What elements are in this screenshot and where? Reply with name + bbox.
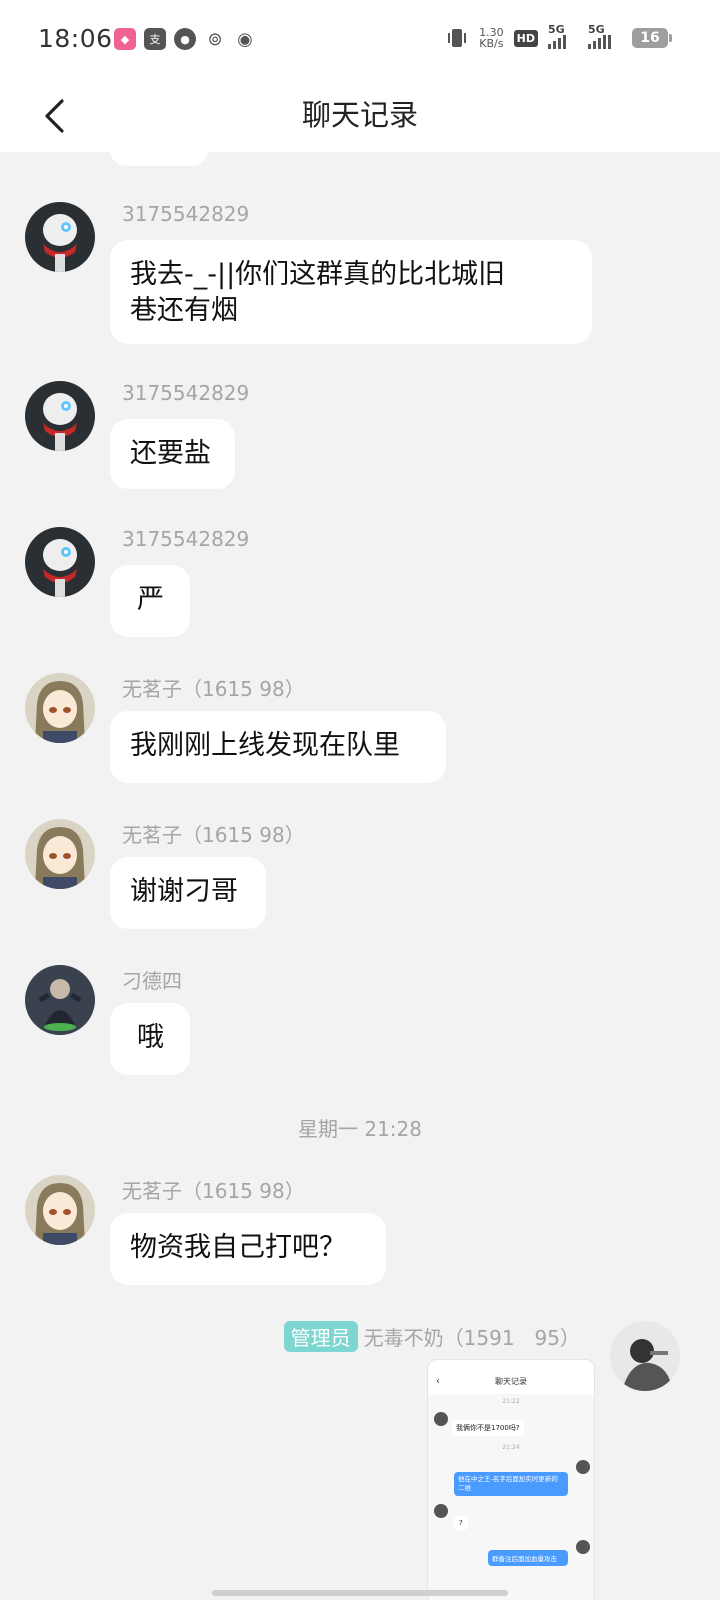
screenshot-title: 聊天记录 (495, 1377, 527, 1386)
sender-name: 3175542829 (122, 381, 250, 405)
message-text: 严 (137, 584, 164, 615)
battery-icon: 16 (632, 28, 672, 48)
page-title: 聊天记录 (301, 98, 418, 132)
own-sender: 管理员 无毒不奶（1591 95） (283, 1321, 580, 1352)
screenshot-time: 21:24 (502, 1444, 520, 1451)
message-bubble[interactable] (110, 152, 208, 166)
net-speed-unit: KB/s (479, 37, 504, 50)
sender-name: 无茗子（1615 98） (122, 1179, 305, 1203)
message-bubble[interactable]: 哦 (110, 1003, 190, 1075)
system-status: 1.30 KB/s HD 5G 5G 16 (445, 23, 672, 50)
hd-badge: HD (513, 29, 538, 47)
admin-badge: 管理员 (283, 1321, 358, 1352)
sender-name: 刁德四 (122, 969, 182, 993)
chat-history[interactable]: 3175542829 我去-_-||你们这群真的比北城旧 巷还有烟 317554… (0, 152, 720, 1600)
message-text: 物资我自己打吧？ (130, 1232, 346, 1263)
message-bubble[interactable]: 还要盐 (110, 419, 235, 489)
screenshot-bubble: 我俩你不是1700吗? (452, 1420, 524, 1436)
signal-2-icon: 5G (588, 23, 622, 49)
message-text: 巷还有烟 (130, 295, 238, 326)
message-app-icon: ● (174, 28, 196, 50)
message-bubble[interactable]: 严 (110, 565, 190, 637)
message-text: 还要盐 (130, 438, 211, 469)
notification-icons: ◆ 支 ● ⊚ ◉ (114, 28, 256, 50)
sender-name: 无毒不奶（1591 95） (363, 1326, 580, 1350)
alipay-app-icon: 支 (144, 28, 166, 50)
message-text: 我去-_-||你们这群真的比北城旧 (130, 259, 506, 290)
screenshot-bubble: ? (454, 1516, 468, 1530)
time-separator: 星期一 21:28 (298, 1117, 422, 1141)
own-avatar[interactable] (610, 1321, 680, 1391)
message-bubble[interactable]: 物资我自己打吧？ (110, 1213, 386, 1285)
shopping-app-icon: ◆ (114, 28, 136, 50)
screenshot-avatar (434, 1504, 448, 1518)
avatar[interactable] (25, 381, 95, 451)
sender-name: 3175542829 (122, 527, 250, 551)
status-bar: 18:06 ◆ 支 ● ⊚ ◉ 1.30 KB/s HD 5G 5G 16 (0, 0, 720, 80)
message-text: 我刚刚上线发现在队里 (130, 730, 400, 761)
vibrate-icon (448, 29, 467, 47)
screenshot-time: 21:22 (502, 1398, 520, 1405)
screenshot-bubble: 群备注后面加血量攻击 (488, 1550, 568, 1566)
avatar[interactable] (25, 819, 95, 889)
signal-1-label: 5G (548, 23, 565, 36)
screenshot-avatar (576, 1460, 590, 1474)
avatar[interactable] (25, 1175, 95, 1245)
status-time: 18:06 (38, 24, 113, 53)
avatar[interactable] (25, 202, 95, 272)
message-text: 哦 (137, 1022, 164, 1053)
message-bubble[interactable]: 我刚刚上线发现在队里 (110, 711, 446, 783)
avatar[interactable] (25, 527, 95, 597)
screenshot-bubble: 他在中之王-名字后面加实时更新的二维 (454, 1472, 568, 1496)
netease-music-icon: ⊚ (204, 28, 226, 50)
sender-name: 无茗子（1615 98） (122, 823, 305, 847)
avatar[interactable] (25, 965, 95, 1035)
screenshot-header: ‹ 聊天记录 (428, 1360, 594, 1394)
signal-1-icon: 5G (548, 23, 578, 49)
sender-name: 3175542829 (122, 202, 250, 226)
message-text: 谢谢刁哥 (130, 876, 238, 907)
signal-2-label: 5G (588, 23, 605, 36)
image-message[interactable]: ‹ 聊天记录 21:22 我俩你不是1700吗? 21:24 他在中之王-名字后… (427, 1359, 595, 1600)
message-bubble[interactable]: 我去-_-||你们这群真的比北城旧 巷还有烟 (110, 240, 592, 344)
weibo-icon: ◉ (234, 28, 256, 50)
screenshot-avatar (434, 1412, 448, 1426)
message-bubble[interactable]: 谢谢刁哥 (110, 857, 266, 929)
net-speed: 1.30 KB/s (479, 27, 504, 49)
screenshot-avatar (576, 1540, 590, 1554)
home-indicator[interactable] (212, 1590, 508, 1596)
sender-name: 无茗子（1615 98） (122, 677, 305, 701)
app-header: 聊天记录 (0, 80, 720, 152)
avatar[interactable] (25, 673, 95, 743)
